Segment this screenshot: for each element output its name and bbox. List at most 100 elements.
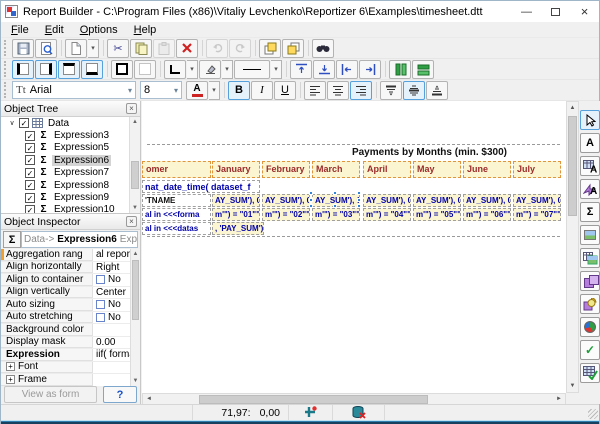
tree-item-expression10[interactable]: ✓ Σ Expression10: [1, 204, 140, 213]
scrollbar-thumb[interactable]: [131, 161, 139, 189]
resize-grip[interactable]: [588, 409, 598, 419]
toolbar-grip[interactable]: [4, 82, 9, 98]
tree-item-label[interactable]: Expression3: [52, 130, 111, 141]
db-text-tool-button[interactable]: A: [580, 156, 600, 176]
crosstab-tool-button[interactable]: [580, 363, 600, 383]
image-tool-button[interactable]: [580, 225, 600, 245]
redo-button[interactable]: [229, 39, 251, 58]
band-separator[interactable]: [147, 236, 560, 237]
property-row-auto-stretching[interactable]: Auto stretching No: [1, 312, 130, 325]
valign-bottom-button[interactable]: [426, 81, 448, 100]
header-cell-june[interactable]: June: [463, 161, 511, 178]
checkbox-icon[interactable]: ✓: [25, 168, 35, 178]
property-row-frame[interactable]: +Frame: [1, 374, 130, 386]
vertical-scrollbar[interactable]: ▲ ▼: [566, 101, 579, 393]
property-row-align-to-container[interactable]: Align to container No: [1, 274, 130, 287]
border-bottom-button[interactable]: [81, 60, 103, 79]
new-report-dropdown[interactable]: ▾: [88, 39, 99, 58]
footer-sum-cell[interactable]: , 'PAY_SUM'): [212, 222, 264, 235]
sum-cell-june[interactable]: AY_SUM'), 0): [463, 194, 511, 207]
tree-item-expression9[interactable]: ✓ Σ Expression9: [1, 191, 140, 203]
scroll-up-icon[interactable]: ▲: [567, 103, 578, 113]
expand-icon[interactable]: ∨: [7, 119, 17, 127]
close-icon[interactable]: ×: [126, 103, 137, 114]
chart-tool-button[interactable]: [580, 317, 600, 337]
italic-button[interactable]: I: [251, 81, 273, 100]
report-design-canvas[interactable]: Payments by Months (min. $300) omer Janu…: [142, 101, 566, 393]
minimize-button[interactable]: —: [512, 1, 541, 22]
toolbar-grip[interactable]: [4, 61, 9, 77]
header-cell-march[interactable]: March: [312, 161, 360, 178]
month-cell-03[interactable]: m'") = "03""): [312, 208, 360, 221]
delete-button[interactable]: [176, 39, 198, 58]
cut-button[interactable]: ✂: [107, 39, 129, 58]
footer-row-label-cell[interactable]: al in <<<datas: [142, 222, 211, 235]
month-cell-04[interactable]: m'") = "04""): [363, 208, 411, 221]
property-row-auto-sizing[interactable]: Auto sizing No: [1, 299, 130, 312]
bring-to-front-button[interactable]: [259, 39, 281, 58]
checkbox-icon[interactable]: ✓: [25, 131, 35, 141]
valign-center-button[interactable]: [403, 81, 425, 100]
paste-button[interactable]: [153, 39, 175, 58]
checkbox-icon[interactable]: ✓: [25, 193, 35, 203]
header-cell-customer[interactable]: omer: [142, 161, 211, 178]
font-color-dropdown[interactable]: ▾: [209, 81, 220, 100]
scroll-down-icon[interactable]: ▼: [131, 376, 140, 386]
close-icon[interactable]: ×: [126, 216, 137, 227]
total-row-label-cell[interactable]: al in <<<forma: [142, 208, 211, 221]
month-cell-05[interactable]: m'") = "05""): [413, 208, 461, 221]
new-report-button[interactable]: [65, 39, 87, 58]
border-right-button[interactable]: [35, 60, 57, 79]
tree-item-label[interactable]: Expression10: [52, 204, 117, 213]
header-cell-february[interactable]: February: [262, 161, 310, 178]
same-height-button[interactable]: [412, 60, 434, 79]
close-button[interactable]: ×: [570, 1, 599, 22]
align-text-left-button[interactable]: [304, 81, 326, 100]
sum-cell-january[interactable]: AY_SUM'), 0): [212, 194, 260, 207]
same-width-button[interactable]: [389, 60, 411, 79]
menu-options[interactable]: Options: [72, 23, 126, 37]
underline-button[interactable]: U: [274, 81, 296, 100]
checkbox-icon[interactable]: ✓: [25, 143, 35, 153]
align-tops-button[interactable]: [290, 60, 312, 79]
checkbox-icon[interactable]: ✓: [19, 118, 29, 128]
header-cell-july[interactable]: July: [513, 161, 561, 178]
selection-handle[interactable]: [309, 191, 313, 195]
line-style-dropdown[interactable]: ▾: [271, 60, 282, 79]
selection-handle[interactable]: [357, 204, 361, 208]
sum-cell-february[interactable]: AY_SUM'), 0): [262, 194, 310, 207]
frame-style-button[interactable]: [164, 60, 186, 79]
save-button[interactable]: [12, 39, 34, 58]
chevron-down-icon[interactable]: ▾: [174, 86, 178, 95]
month-cell-02[interactable]: m'") = "02""): [262, 208, 310, 221]
shape-tool-button[interactable]: [580, 271, 600, 291]
preview-button[interactable]: [35, 39, 57, 58]
month-cell-01[interactable]: m'") = "01""): [212, 208, 260, 221]
font-color-button[interactable]: A: [186, 81, 208, 100]
header-cell-january[interactable]: January: [212, 161, 260, 178]
no-borders-button[interactable]: [134, 60, 156, 79]
align-rights-button[interactable]: [359, 60, 381, 79]
fill-style-button[interactable]: [199, 60, 221, 79]
scroll-up-icon[interactable]: ▲: [130, 117, 140, 127]
checkbox-icon[interactable]: ✓: [25, 180, 35, 190]
align-text-right-button[interactable]: [350, 81, 372, 100]
shape-pie-tool-button[interactable]: [580, 294, 600, 314]
scrollbar-thumb[interactable]: [199, 395, 428, 404]
send-to-back-button[interactable]: [282, 39, 304, 58]
checkbox-icon[interactable]: [96, 300, 105, 309]
tree-item-expression3[interactable]: ✓ Σ Expression3: [1, 129, 140, 141]
tree-item-label[interactable]: Data: [46, 118, 71, 129]
undo-button[interactable]: [206, 39, 228, 58]
checkbox-tool-button[interactable]: ✓: [580, 340, 600, 360]
scroll-right-icon[interactable]: ►: [553, 394, 565, 404]
object-selector-combo[interactable]: Data-> Expression6 Expressi ▾: [21, 231, 138, 248]
header-cell-may[interactable]: May: [413, 161, 461, 178]
expand-plus-icon[interactable]: +: [6, 362, 15, 371]
header-cell-april[interactable]: April: [363, 161, 411, 178]
band-separator[interactable]: [147, 144, 560, 145]
property-row-aggregation-range[interactable]: Aggregation rang al report▾: [1, 249, 130, 262]
menu-file[interactable]: File: [3, 23, 37, 37]
expression-label-tool-button[interactable]: A: [580, 179, 600, 199]
tree-item-expression8[interactable]: ✓ Σ Expression8: [1, 179, 140, 191]
